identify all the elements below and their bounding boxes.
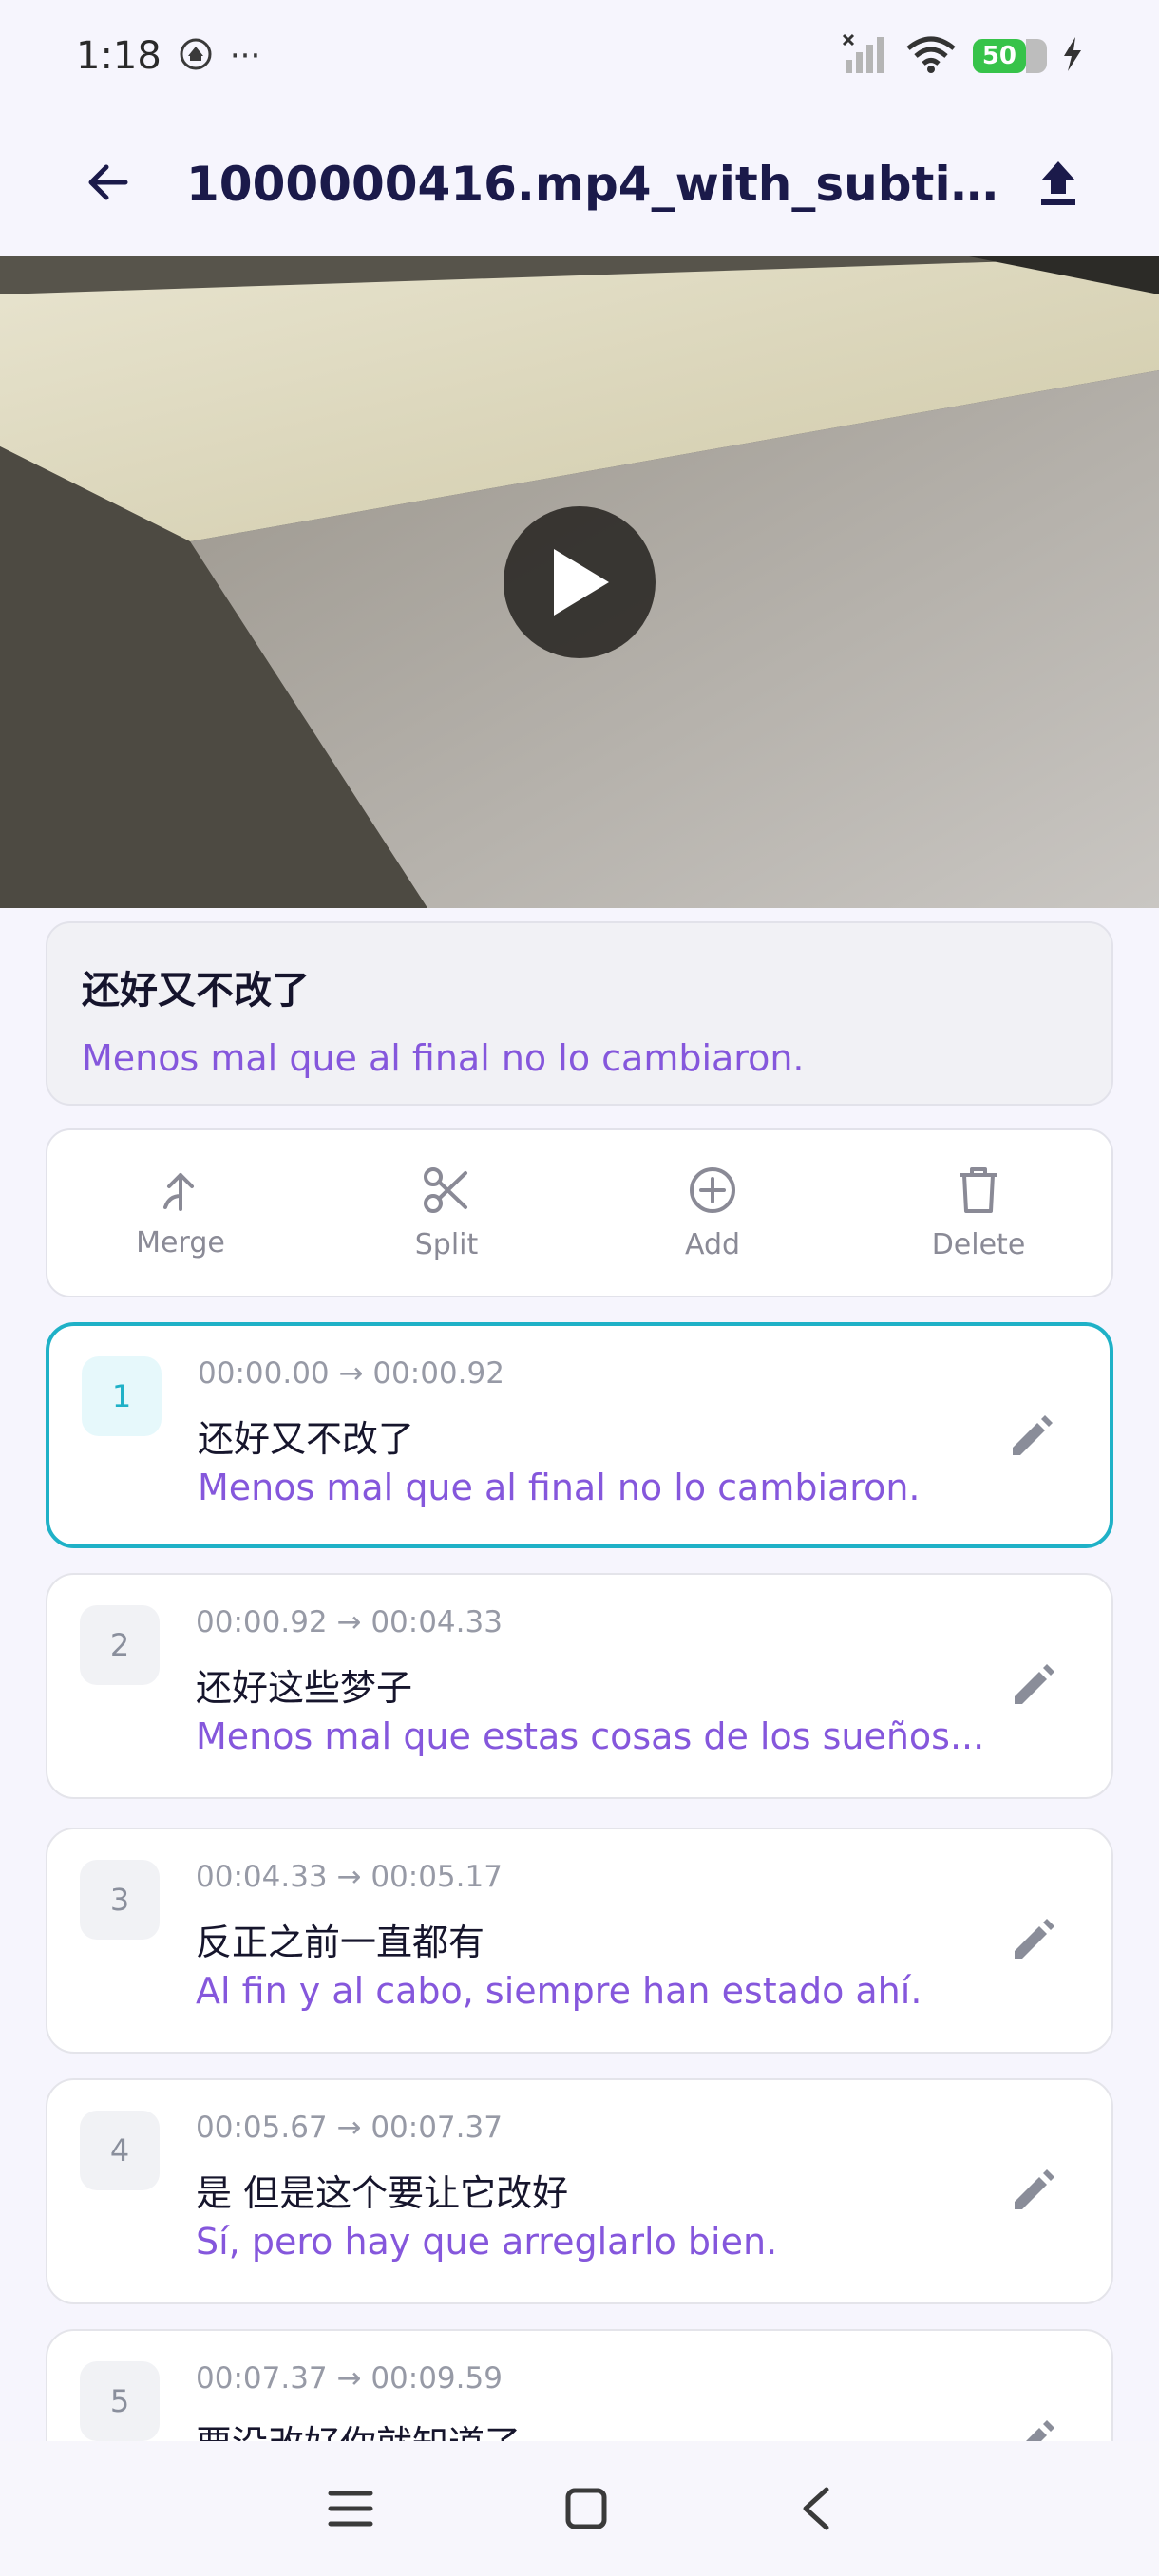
subtitle-index: 3 bbox=[80, 1860, 160, 1940]
subtitle-translation-text: Menos mal que al final no lo cambiaron. bbox=[198, 1467, 921, 1508]
split-label: Split bbox=[414, 1227, 479, 1261]
subtitle-timestamp: 00:04.33 → 00:05.17 bbox=[196, 1860, 503, 1894]
split-button[interactable]: Split bbox=[314, 1130, 580, 1296]
battery-indicator: 50 bbox=[972, 39, 1047, 73]
status-time: 1:18 bbox=[76, 34, 162, 78]
subtitle-translation-text: Menos mal que estas cosas de los sueños.… bbox=[196, 1715, 985, 1757]
play-icon bbox=[554, 549, 609, 616]
home-icon[interactable] bbox=[564, 2487, 608, 2530]
play-button[interactable] bbox=[504, 506, 656, 658]
add-circle-icon bbox=[690, 1166, 735, 1213]
wifi-icon bbox=[904, 33, 958, 79]
subtitle-original-text: 还好这些梦子 bbox=[196, 1667, 413, 1709]
edit-pencil-icon[interactable] bbox=[1007, 1913, 1060, 1966]
edit-pencil-icon[interactable] bbox=[1007, 1658, 1060, 1712]
subtitle-original-text: 是 但是这个要让它改好 bbox=[196, 2172, 569, 2214]
charging-icon bbox=[1062, 37, 1083, 75]
edit-toolbar: Merge Split Add Delete bbox=[46, 1128, 1113, 1297]
back-icon[interactable] bbox=[798, 2486, 832, 2531]
edit-pencil-icon[interactable] bbox=[1005, 1410, 1058, 1463]
add-button[interactable]: Add bbox=[580, 1130, 846, 1296]
subtitle-original-text: 反正之前一直都有 bbox=[196, 1922, 485, 1963]
back-arrow-icon[interactable] bbox=[84, 158, 133, 211]
merge-button[interactable]: Merge bbox=[48, 1130, 314, 1296]
trash-icon bbox=[960, 1166, 997, 1213]
delete-button[interactable]: Delete bbox=[846, 1130, 1112, 1296]
subtitle-original-text: 还好又不改了 bbox=[198, 1418, 415, 1460]
preview-translation-text: Menos mal que al final no lo cambiaron. bbox=[82, 1037, 805, 1079]
subtitle-item[interactable]: 4 00:05.67 → 00:07.37 是 但是这个要让它改好 Sí, pe… bbox=[46, 2078, 1113, 2304]
edit-pencil-icon[interactable] bbox=[1007, 2164, 1060, 2217]
preview-original-text: 还好又不改了 bbox=[82, 969, 310, 1013]
subtitle-timestamp: 00:07.37 → 00:09.59 bbox=[196, 2361, 503, 2396]
video-player[interactable] bbox=[0, 256, 1159, 908]
current-subtitle-preview: 还好又不改了 Menos mal que al final no lo camb… bbox=[46, 921, 1113, 1106]
more-notifications-icon: ··· bbox=[229, 37, 261, 75]
page-title: 1000000416.mp4_with_subtitles_... bbox=[186, 157, 1003, 212]
menu-icon[interactable] bbox=[327, 2488, 374, 2529]
merge-icon bbox=[163, 1172, 194, 1211]
battery-level: 50 bbox=[972, 39, 1026, 73]
subtitle-index: 1 bbox=[82, 1356, 162, 1436]
add-label: Add bbox=[684, 1227, 741, 1261]
subtitle-item[interactable]: 1 00:00.00 → 00:00.92 还好又不改了 Menos mal q… bbox=[46, 1322, 1113, 1548]
subtitle-timestamp: 00:05.67 → 00:07.37 bbox=[196, 2111, 503, 2145]
subtitle-index: 5 bbox=[80, 2361, 160, 2441]
subtitle-translation-text: Al fin y al cabo, siempre han estado ahí… bbox=[196, 1970, 922, 2012]
app-bar: 1000000416.mp4_with_subtitles_... bbox=[0, 112, 1159, 256]
app-notification-icon bbox=[179, 37, 213, 75]
subtitle-timestamp: 00:00.92 → 00:04.33 bbox=[196, 1605, 503, 1639]
subtitle-timestamp: 00:00.00 → 00:00.92 bbox=[198, 1356, 504, 1391]
system-navigation-bar bbox=[0, 2441, 1159, 2576]
subtitle-translation-text: Sí, pero hay que arreglarlo bien. bbox=[196, 2221, 778, 2263]
merge-label: Merge bbox=[136, 1225, 225, 1260]
subtitle-index: 2 bbox=[80, 1605, 160, 1685]
subtitle-item[interactable]: 3 00:04.33 → 00:05.17 反正之前一直都有 Al fin y … bbox=[46, 1828, 1113, 2054]
status-bar: 1:18 ··· 50 bbox=[0, 0, 1159, 112]
subtitle-index: 4 bbox=[80, 2111, 160, 2190]
subtitle-item[interactable]: 2 00:00.92 → 00:04.33 还好这些梦子 Menos mal q… bbox=[46, 1573, 1113, 1799]
export-upload-icon[interactable] bbox=[1034, 156, 1083, 213]
scissors-icon bbox=[424, 1166, 467, 1213]
delete-label: Delete bbox=[931, 1227, 1026, 1261]
signal-icon bbox=[842, 33, 889, 79]
